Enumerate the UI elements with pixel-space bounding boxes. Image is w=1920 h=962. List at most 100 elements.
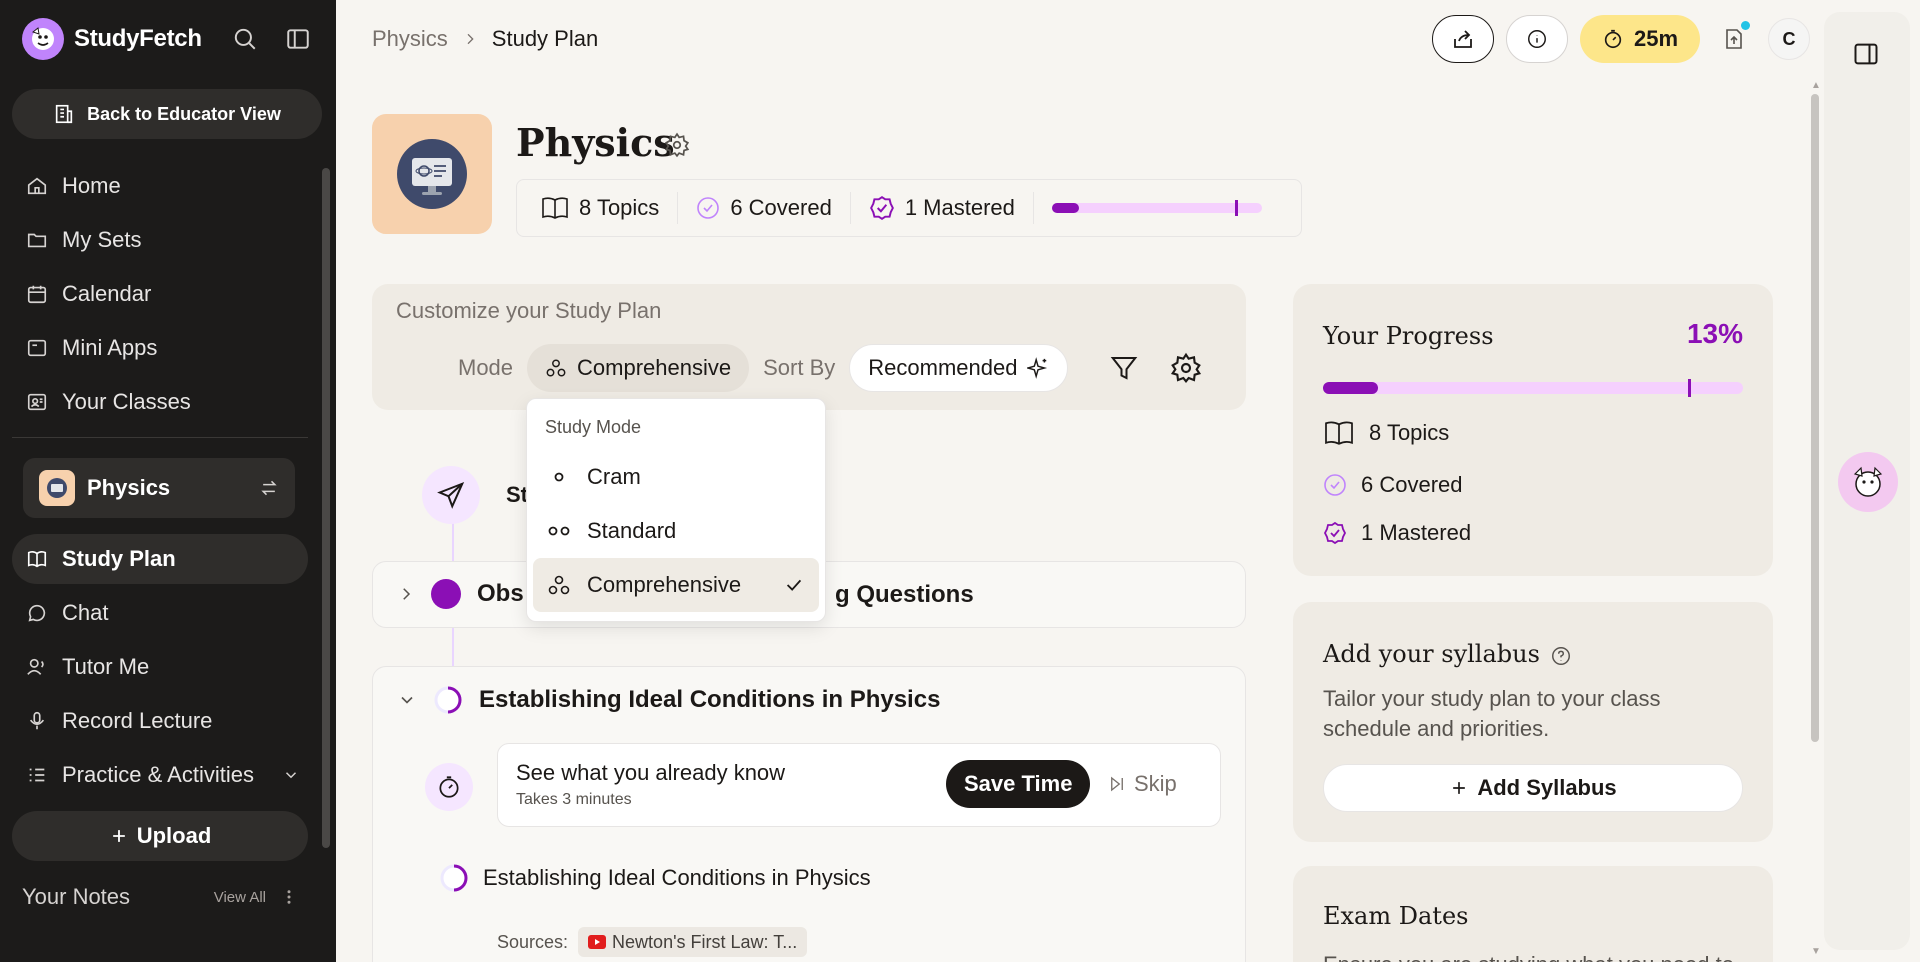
assistant-avatar-icon[interactable] (1838, 452, 1898, 512)
collapse-sidebar-button[interactable] (283, 24, 313, 54)
filter-button[interactable] (1100, 344, 1148, 392)
right-rail (1824, 12, 1910, 950)
topic-header[interactable]: Establishing Ideal Conditions in Physics (397, 685, 940, 715)
current-class-switcher[interactable]: Physics (23, 458, 295, 518)
topic-header: Obs (397, 579, 524, 609)
book-open-icon (1325, 421, 1353, 445)
more-vertical-icon[interactable] (280, 888, 298, 906)
nav-item-home[interactable]: Home (12, 161, 308, 211)
book-icon (27, 551, 47, 568)
stat-mastered: 1 Mastered (869, 195, 1015, 221)
dropdown-title: Study Mode (545, 417, 642, 437)
sort-select[interactable]: Recommended (849, 344, 1069, 392)
notes-header: Your Notes View All (22, 884, 298, 910)
share-icon (1454, 30, 1472, 48)
nav-label: Tutor Me (62, 654, 150, 679)
notes-view-all-link[interactable]: View All (214, 889, 266, 906)
progress-card-title: Your Progress (1323, 322, 1494, 350)
scroll-down-arrow-icon[interactable]: ▼ (1811, 947, 1821, 957)
stat-separator (677, 192, 679, 224)
home-icon (27, 177, 47, 195)
search-button[interactable] (230, 24, 260, 54)
sort-label: Sort By (763, 355, 836, 380)
export-button[interactable] (1712, 17, 1756, 61)
mode-option-standard[interactable]: Standard (533, 504, 819, 558)
partial-progress-icon (434, 686, 462, 714)
sidebar-toggle-icon (287, 29, 309, 49)
subtopic-item[interactable]: Establishing Ideal Conditions in Physics (439, 863, 871, 893)
upload-label: Upload (136, 823, 212, 848)
user-avatar[interactable]: C (1768, 18, 1811, 60)
breadcrumb: Physics Study Plan (372, 26, 598, 52)
exam-dates-card: Exam Dates Ensure you are studying what … (1293, 866, 1773, 962)
nav-item-practice-activities[interactable]: Practice & Activities (12, 750, 308, 800)
sidebar-scrollbar[interactable] (322, 168, 330, 848)
toggle-right-panel-button[interactable] (1852, 40, 1880, 73)
study-mode-dropdown: Study Mode Cram Standard Comprehensive (526, 398, 826, 622)
upload-button[interactable]: Upload (12, 811, 308, 861)
gear-icon (664, 132, 690, 158)
swap-icon (261, 480, 277, 496)
info-icon (1528, 30, 1546, 48)
nav-item-calendar[interactable]: Calendar (12, 269, 308, 319)
classes-icon (27, 393, 47, 411)
syllabus-card: Add your syllabus Tailor your study plan… (1293, 602, 1773, 842)
file-upload-icon (1726, 29, 1742, 49)
subtopic-title: Establishing Ideal Conditions in Physics (483, 865, 871, 890)
source-chip-label: Newton's First Law: T... (612, 931, 798, 952)
class-thumbnail-icon (39, 470, 75, 506)
class-settings-button[interactable] (664, 132, 690, 163)
chevron-down-icon (285, 772, 297, 779)
brand-name: StudyFetch (74, 25, 202, 52)
check-circle-icon (1324, 474, 1346, 496)
chat-icon (28, 604, 46, 622)
standard-mode-icon (548, 526, 570, 536)
stopwatch-icon (1604, 29, 1622, 49)
nav-item-your-classes[interactable]: Your Classes (12, 377, 308, 427)
nav-label: Calendar (62, 281, 152, 306)
nav-item-mini-apps[interactable]: Mini Apps (12, 323, 308, 373)
nav-item-tutor-me[interactable]: Tutor Me (12, 642, 308, 692)
mode-select[interactable]: Comprehensive (527, 344, 750, 392)
progress-covered-marker (1688, 379, 1692, 397)
pretest-card: See what you already know Takes 3 minute… (497, 743, 1221, 827)
save-time-button[interactable]: Save Time (946, 760, 1091, 808)
nav-item-chat[interactable]: Chat (12, 588, 308, 638)
sparkle-icon (1027, 357, 1048, 379)
brand[interactable]: StudyFetch (22, 18, 202, 60)
progress-stat-covered: 6 Covered (1323, 472, 1463, 498)
nav-item-my-sets[interactable]: My Sets (12, 215, 308, 265)
help-icon[interactable] (1550, 645, 1572, 667)
add-syllabus-button[interactable]: Add Syllabus (1323, 764, 1743, 812)
class-icon (372, 114, 492, 234)
breadcrumb-parent[interactable]: Physics (372, 26, 448, 52)
source-chip[interactable]: Newton's First Law: T... (578, 927, 808, 957)
scroll-up-arrow-icon[interactable]: ▲ (1811, 81, 1821, 91)
study-timer-button[interactable]: 25m (1580, 15, 1701, 63)
nav-label: My Sets (62, 227, 142, 252)
plan-settings-button[interactable] (1162, 344, 1210, 392)
nav-item-record-lecture[interactable]: Record Lecture (12, 696, 308, 746)
progress-stat-mastered: 1 Mastered (1323, 520, 1471, 546)
back-to-educator-button[interactable]: Back to Educator View (12, 89, 322, 139)
share-button[interactable] (1432, 15, 1494, 63)
chevron-right-icon (467, 33, 474, 45)
mode-option-comprehensive[interactable]: Comprehensive (533, 558, 819, 612)
plus-icon (1453, 782, 1466, 794)
gear-icon (1171, 352, 1202, 384)
nav-label: Study Plan (62, 546, 176, 571)
main-scrollbar[interactable] (1811, 94, 1819, 742)
tutor-icon (27, 658, 44, 675)
mode-option-cram[interactable]: Cram (533, 450, 819, 504)
comprehensive-mode-icon (546, 359, 566, 377)
nav-label: Record Lecture (62, 708, 213, 733)
info-button[interactable] (1506, 15, 1568, 63)
check-icon (786, 579, 802, 591)
skip-button[interactable]: Skip (1108, 760, 1177, 808)
nav-item-study-plan[interactable]: Study Plan (12, 534, 308, 584)
current-class-name: Physics (87, 475, 171, 500)
sidebar: StudyFetch Back to Educator View Home My… (0, 0, 336, 962)
partial-progress-icon (440, 864, 468, 892)
syllabus-title-row: Add your syllabus (1323, 640, 1572, 668)
customize-controls: Mode Comprehensive Sort By Recommended (458, 344, 1210, 392)
